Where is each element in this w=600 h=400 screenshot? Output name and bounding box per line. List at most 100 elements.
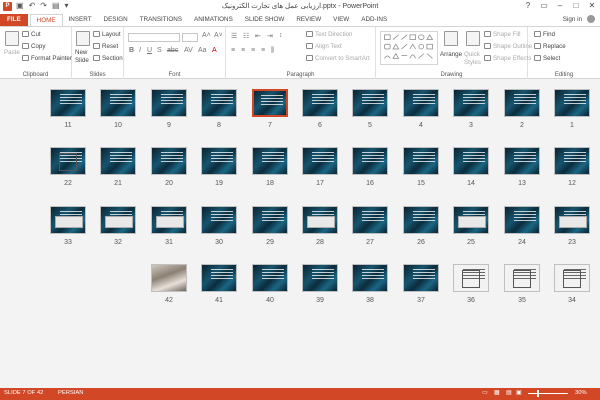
slide-thumbnail[interactable] xyxy=(352,89,388,117)
copy-button[interactable]: Copy xyxy=(22,43,45,50)
reading-view-icon[interactable]: ▤ xyxy=(506,390,511,396)
slide-thumbnail[interactable] xyxy=(151,206,187,234)
slide-thumbnail[interactable] xyxy=(352,264,388,292)
slide-thumbnail[interactable] xyxy=(504,206,540,234)
normal-view-icon[interactable]: ▭ xyxy=(482,390,487,396)
paste-icon[interactable] xyxy=(5,31,19,46)
arrange-icon[interactable] xyxy=(444,31,458,46)
align-right-icon[interactable]: ≡ xyxy=(251,47,255,54)
slide-thumbnail[interactable] xyxy=(151,147,187,175)
present-icon[interactable]: ▤ xyxy=(52,1,60,10)
zoom-slider[interactable] xyxy=(528,393,568,394)
slide-thumbnail[interactable] xyxy=(302,147,338,175)
slide-thumbnail[interactable] xyxy=(504,147,540,175)
shape-outline-button[interactable]: Shape Outline xyxy=(484,43,532,50)
ribbon-display-icon[interactable]: ▭ xyxy=(536,0,552,12)
slide-thumbnail[interactable] xyxy=(252,147,288,175)
find-button[interactable]: Find xyxy=(534,31,555,38)
slide-thumbnail[interactable] xyxy=(453,206,489,234)
replace-button[interactable]: Replace xyxy=(534,43,566,50)
language-indicator[interactable]: PERSIAN xyxy=(58,390,83,396)
slide-thumbnail[interactable] xyxy=(504,264,540,292)
slide-thumbnail[interactable] xyxy=(554,147,590,175)
slide-thumbnail[interactable] xyxy=(252,264,288,292)
shrink-font-icon[interactable]: A˅ xyxy=(214,32,223,39)
align-left-icon[interactable]: ≡ xyxy=(231,47,235,54)
slide-sorter-view-icon[interactable]: ▦ xyxy=(494,390,499,396)
section-button[interactable]: Section xyxy=(93,55,123,62)
slide-thumbnail[interactable] xyxy=(352,206,388,234)
slide-thumbnail[interactable] xyxy=(302,89,338,117)
tab-slide-show[interactable]: SLIDE SHOW xyxy=(239,14,291,26)
reset-button[interactable]: Reset xyxy=(93,43,118,50)
slide-thumbnail[interactable] xyxy=(201,89,237,117)
slide-thumbnail[interactable] xyxy=(352,147,388,175)
grow-font-icon[interactable]: A˄ xyxy=(202,32,211,39)
tab-design[interactable]: DESIGN xyxy=(98,14,134,26)
slide-thumbnail[interactable] xyxy=(50,206,86,234)
align-center-icon[interactable]: ≡ xyxy=(241,47,245,54)
convert-smartart-button[interactable]: Convert to SmartArt xyxy=(306,55,370,62)
slide-show-icon[interactable]: ▣ xyxy=(516,390,521,396)
slide-sorter[interactable]: 1 2 3 4 5 6 7 8 9 10 11 12 13 14 15 16 17 18 19 20 21 22 23 24 2… xyxy=(0,80,600,388)
italic-icon[interactable]: I xyxy=(139,47,141,54)
bold-icon[interactable]: B xyxy=(129,47,134,54)
tab-file[interactable]: FILE xyxy=(0,14,28,26)
strikethrough-icon[interactable]: abc xyxy=(167,47,178,54)
slide-thumbnail[interactable] xyxy=(554,264,590,292)
tab-review[interactable]: REVIEW xyxy=(290,14,327,26)
slide-thumbnail[interactable] xyxy=(201,264,237,292)
undo-icon[interactable]: ↶ xyxy=(29,1,36,10)
maximize-icon[interactable]: □ xyxy=(568,0,584,12)
text-direction-button[interactable]: Text Direction xyxy=(306,31,352,38)
layout-button[interactable]: Layout xyxy=(93,31,121,38)
slide-thumbnail[interactable] xyxy=(403,89,439,117)
shape-fill-button[interactable]: Shape Fill xyxy=(484,31,521,38)
quick-styles-icon[interactable] xyxy=(466,31,480,46)
sign-in-link[interactable]: Sign in xyxy=(563,16,582,23)
slide-thumbnail[interactable] xyxy=(252,89,288,117)
slide-thumbnail[interactable] xyxy=(504,89,540,117)
save-icon[interactable]: ▣ xyxy=(16,1,24,10)
powerpoint-app-icon[interactable]: P xyxy=(3,2,12,11)
slide-thumbnail[interactable] xyxy=(252,206,288,234)
new-slide-icon[interactable] xyxy=(76,31,90,46)
slide-thumbnail[interactable] xyxy=(403,206,439,234)
avatar[interactable] xyxy=(587,15,595,23)
tab-animations[interactable]: ANIMATIONS xyxy=(188,14,239,26)
zoom-slider-thumb[interactable] xyxy=(536,390,539,397)
slide-thumbnail[interactable] xyxy=(50,89,86,117)
slide-thumbnail[interactable] xyxy=(302,206,338,234)
minimize-icon[interactable]: – xyxy=(552,0,568,12)
shapes-gallery[interactable] xyxy=(380,31,438,65)
bullets-icon[interactable]: ☰ xyxy=(231,32,237,40)
slide-thumbnail[interactable] xyxy=(50,147,86,175)
slide-thumbnail[interactable] xyxy=(100,147,136,175)
tab-home[interactable]: HOME xyxy=(29,14,63,26)
format-painter-button[interactable]: Format Painter xyxy=(22,55,72,62)
arrange-button[interactable]: Arrange xyxy=(440,51,462,58)
font-name-combo[interactable] xyxy=(128,33,180,42)
slide-thumbnail[interactable] xyxy=(403,147,439,175)
line-spacing-icon[interactable]: ↕ xyxy=(279,32,283,39)
shadow-icon[interactable]: S xyxy=(157,47,162,54)
tab-transitions[interactable]: TRANSITIONS xyxy=(134,14,188,26)
font-size-combo[interactable] xyxy=(182,33,198,42)
customize-icon[interactable]: ▾ xyxy=(65,1,69,10)
cut-button[interactable]: Cut xyxy=(22,31,41,38)
shape-effects-button[interactable]: Shape Effects xyxy=(484,55,531,62)
slide-thumbnail[interactable] xyxy=(453,264,489,292)
slide-thumbnail[interactable] xyxy=(151,264,187,292)
justify-icon[interactable]: ≡ xyxy=(261,47,265,54)
slide-thumbnail[interactable] xyxy=(151,89,187,117)
tab-add-ins[interactable]: ADD-INS xyxy=(355,14,393,26)
select-button[interactable]: Select xyxy=(534,55,560,62)
help-icon[interactable]: ? xyxy=(520,0,536,12)
new-slide-button-line2[interactable]: Slide xyxy=(75,57,89,64)
slide-thumbnail[interactable] xyxy=(100,89,136,117)
columns-icon[interactable]: ⫼ xyxy=(271,47,274,55)
quick-styles-button-line2[interactable]: Styles xyxy=(464,59,481,66)
slide-thumbnail[interactable] xyxy=(554,206,590,234)
redo-icon[interactable]: ↷ xyxy=(40,1,47,10)
slide-thumbnail[interactable] xyxy=(201,147,237,175)
